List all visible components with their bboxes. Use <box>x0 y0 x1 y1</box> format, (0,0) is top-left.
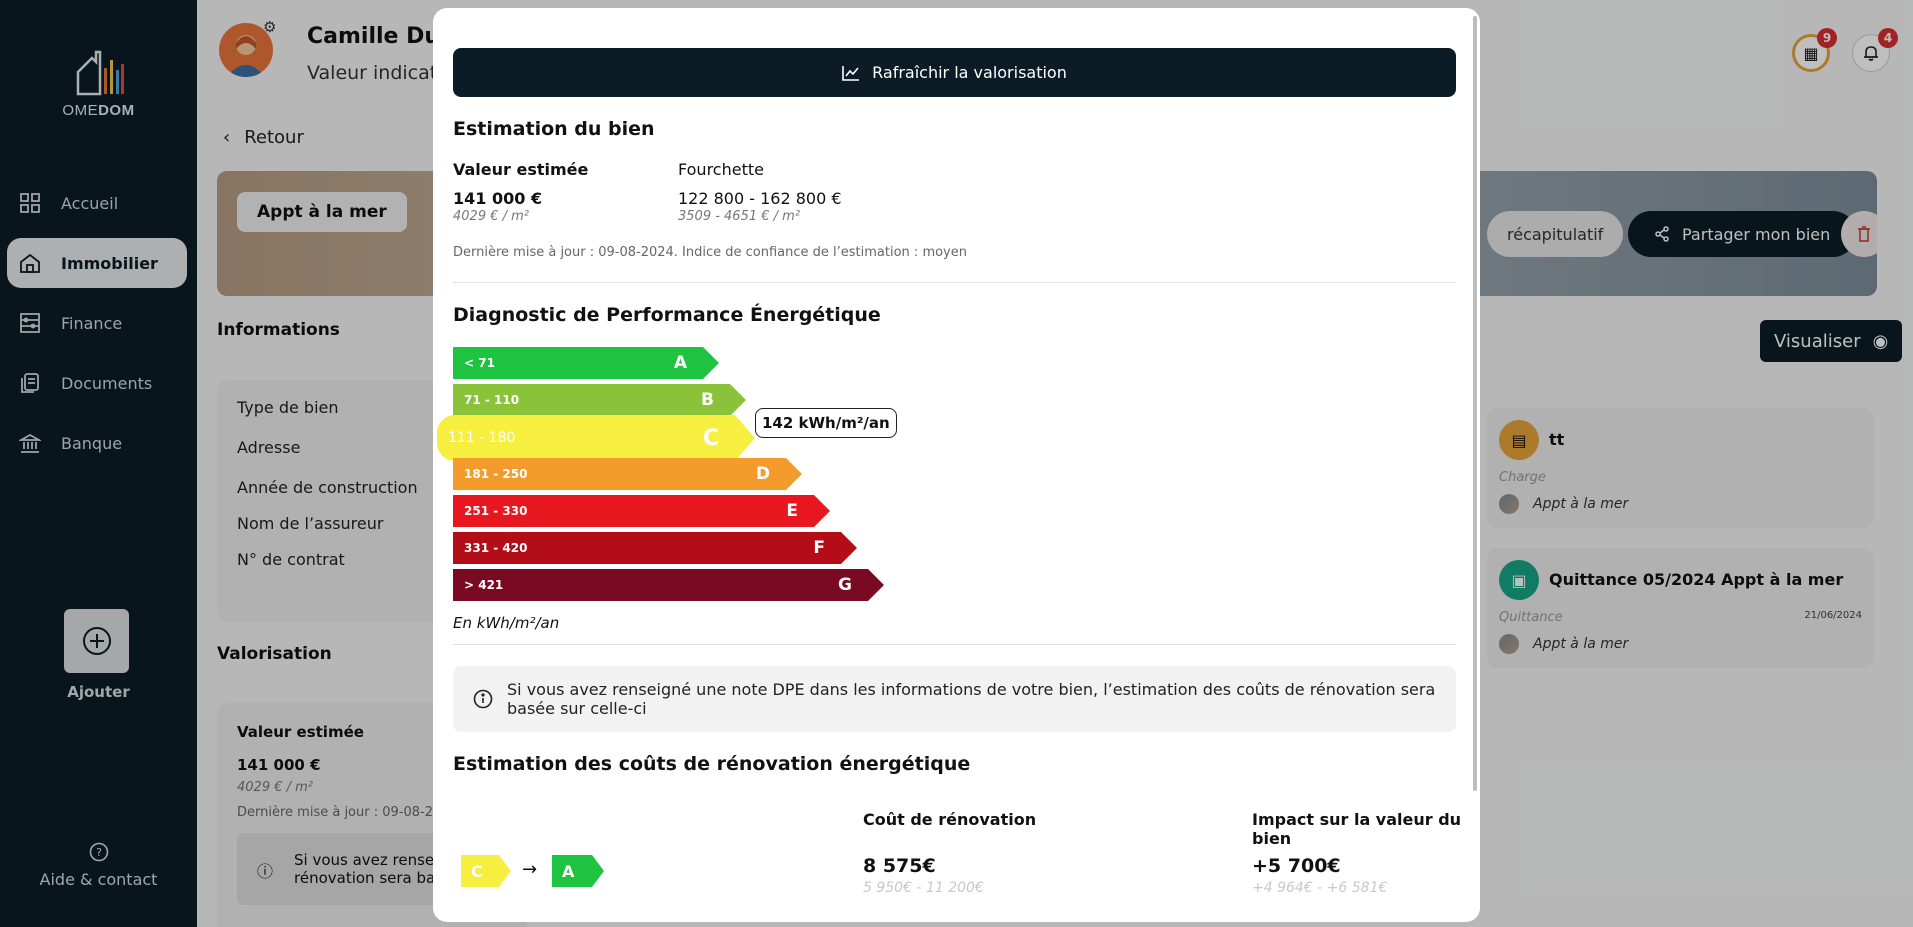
last-update: Dernière mise à jour : 09-08-2024. Indic… <box>453 245 967 260</box>
dpe-arrow <box>786 458 802 490</box>
dpe-arrow <box>703 347 719 379</box>
dpe-letter: C <box>702 425 719 451</box>
dpe-bar-c: 111 - 180 C <box>437 415 755 461</box>
dpe-range: 181 - 250 <box>464 467 528 481</box>
dpe-arrow <box>868 569 884 601</box>
estimated-value-per-m2: 4029 € / m² <box>453 209 530 224</box>
renovation-cost: 8 575€ <box>863 855 936 877</box>
modal-scrollbar[interactable] <box>1473 16 1477 791</box>
dpe-range: 251 - 330 <box>464 504 528 518</box>
dpe-range: > 421 <box>464 578 504 592</box>
range-label: Fourchette <box>678 160 764 179</box>
refresh-valuation-button[interactable]: Rafraîchir la valorisation <box>453 48 1456 97</box>
info-icon <box>473 689 493 709</box>
dpe-heading: Diagnostic de Performance Énergétique <box>453 304 881 326</box>
dpe-letter: G <box>838 575 852 595</box>
dpe-letter: F <box>813 538 825 558</box>
dpe-bar-b: 71 - 110 B <box>453 384 746 416</box>
range-value: 122 800 - 162 800 € <box>678 189 842 208</box>
divider <box>453 644 1456 645</box>
dpe-letter: E <box>786 501 798 521</box>
dpe-arrow <box>730 384 746 416</box>
dpe-bar-a: < 71 A <box>453 347 719 379</box>
dpe-arrow <box>814 495 830 527</box>
dpe-notice-text: Si vous avez renseigné une note DPE dans… <box>507 680 1436 718</box>
renovation-from-letter: C <box>471 861 483 881</box>
renovation-cost-range: 5 950€ - 11 200€ <box>863 880 984 896</box>
dpe-arrow <box>592 855 604 887</box>
dpe-bar-e: 251 - 330 E <box>453 495 830 527</box>
divider <box>453 282 1456 283</box>
renovation-from-badge: C <box>461 855 511 887</box>
dpe-range: 71 - 110 <box>464 393 520 407</box>
dpe-notice: Si vous avez renseigné une note DPE dans… <box>453 666 1456 732</box>
impact-column-header: Impact sur la valeur du bien <box>1252 810 1462 848</box>
value-impact: +5 700€ <box>1252 855 1341 877</box>
dpe-letter: D <box>755 464 770 484</box>
chart-line-icon <box>842 65 860 81</box>
refresh-label: Rafraîchir la valorisation <box>872 63 1067 82</box>
dpe-range: 111 - 180 <box>448 430 516 446</box>
range-per-m2: 3509 - 4651 € / m² <box>678 209 801 224</box>
renovation-to-badge: A <box>552 855 604 887</box>
estimated-value-label: Valeur estimée <box>453 160 589 179</box>
dpe-value-tag: 142 kWh/m²/an <box>755 408 897 438</box>
dpe-bar-d: 181 - 250 D <box>453 458 802 490</box>
dpe-arrow <box>499 855 511 887</box>
valuation-modal: Rafraîchir la valorisation Estimation du… <box>433 8 1480 922</box>
renovation-heading: Estimation des coûts de rénovation énerg… <box>453 753 971 775</box>
value-impact-range: +4 964€ - +6 581€ <box>1252 880 1388 896</box>
cost-column-header: Coût de rénovation <box>863 810 1037 829</box>
renovation-to-letter: A <box>562 861 575 881</box>
dpe-range: < 71 <box>464 356 495 370</box>
dpe-letter: A <box>673 353 687 373</box>
dpe-letter: B <box>701 390 714 410</box>
dpe-range: 331 - 420 <box>464 541 528 555</box>
estimation-heading: Estimation du bien <box>453 118 655 140</box>
dpe-arrow <box>735 415 755 461</box>
estimated-value: 141 000 € <box>453 189 543 208</box>
dpe-bar-f: 331 - 420 F <box>453 532 857 564</box>
arrow-right-icon: → <box>522 859 538 880</box>
dpe-unit: En kWh/m²/an <box>453 614 560 632</box>
dpe-arrow <box>841 532 857 564</box>
dpe-bar-g: > 421 G <box>453 569 884 601</box>
